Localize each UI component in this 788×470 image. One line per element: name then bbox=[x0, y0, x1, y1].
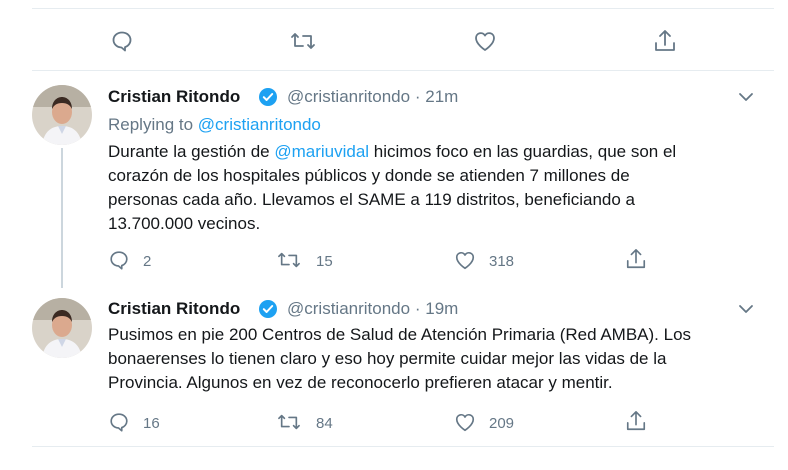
timestamp[interactable]: 21m bbox=[425, 87, 458, 106]
author-name[interactable]: Cristian Ritondo bbox=[108, 87, 240, 107]
tweet-text-line: 13.700.000 vecinos. bbox=[108, 214, 261, 233]
divider bbox=[32, 70, 774, 71]
author-handle[interactable]: @cristianritondo · 19m bbox=[287, 299, 458, 319]
share-icon[interactable] bbox=[625, 409, 647, 433]
verified-badge-icon bbox=[258, 87, 278, 112]
tweet-text-line: bonaerenses lo tienen claro y eso hoy pe… bbox=[108, 349, 667, 368]
share-icon[interactable] bbox=[625, 247, 647, 271]
handle-text[interactable]: @cristianritondo bbox=[287, 299, 410, 318]
avatar[interactable] bbox=[32, 298, 92, 358]
reply-count: 16 bbox=[143, 415, 160, 432]
replying-to: Replying to @cristianritondo bbox=[108, 115, 321, 135]
mention-link[interactable]: @mariuvidal bbox=[274, 142, 369, 161]
retweet-icon[interactable] bbox=[276, 249, 302, 271]
author-handle[interactable]: @cristianritondo · 21m bbox=[287, 87, 458, 107]
author-name[interactable]: Cristian Ritondo bbox=[108, 299, 240, 319]
tweet-text-line: personas cada año. Llevamos el SAME a 11… bbox=[108, 190, 635, 209]
bottom-divider bbox=[32, 446, 774, 447]
share-icon[interactable] bbox=[653, 28, 677, 54]
tweet-text-line: Durante la gestión de @mariuvidal hicimo… bbox=[108, 140, 676, 164]
verified-badge-icon bbox=[258, 299, 278, 324]
like-icon[interactable] bbox=[453, 411, 477, 433]
text-segment: Durante la gestión de bbox=[108, 142, 275, 161]
handle-text[interactable]: @cristianritondo bbox=[287, 87, 410, 106]
replying-to-link[interactable]: @cristianritondo bbox=[198, 115, 321, 134]
reply-count: 2 bbox=[143, 253, 152, 270]
like-count: 209 bbox=[489, 415, 515, 432]
timestamp[interactable]: 19m bbox=[425, 299, 458, 318]
replying-to-label: Replying to bbox=[108, 115, 194, 134]
tweet-text: Durante la gestión de @mariuvidal hicimo… bbox=[108, 140, 676, 236]
like-count: 318 bbox=[489, 253, 515, 270]
chevron-down-icon[interactable] bbox=[737, 300, 755, 323]
dot-separator: · bbox=[414, 87, 421, 106]
retweet-count: 15 bbox=[316, 253, 333, 270]
tweet-text-line: Provincia. Algunos en vez de reconocerlo… bbox=[108, 373, 613, 392]
top-divider bbox=[32, 8, 774, 9]
tweet-text-line: corazón de los hospitales públicos y don… bbox=[108, 166, 630, 185]
reply-icon[interactable] bbox=[108, 411, 130, 433]
retweet-icon[interactable] bbox=[289, 29, 317, 53]
thread-connector bbox=[61, 148, 63, 288]
chevron-down-icon[interactable] bbox=[737, 88, 755, 111]
tweet-text: Pusimos en pie 200 Centros de Salud de A… bbox=[108, 323, 691, 395]
like-icon[interactable] bbox=[472, 29, 498, 53]
like-icon[interactable] bbox=[453, 249, 477, 271]
tweet-text-line: Pusimos en pie 200 Centros de Salud de A… bbox=[108, 325, 692, 344]
text-segment: hicimos foco en las guardias, que son el bbox=[369, 142, 677, 161]
reply-icon[interactable] bbox=[108, 249, 130, 271]
reply-icon[interactable] bbox=[110, 29, 134, 53]
retweet-count: 84 bbox=[316, 415, 333, 432]
retweet-icon[interactable] bbox=[276, 411, 302, 433]
dot-separator: · bbox=[414, 299, 421, 318]
avatar[interactable] bbox=[32, 85, 92, 145]
